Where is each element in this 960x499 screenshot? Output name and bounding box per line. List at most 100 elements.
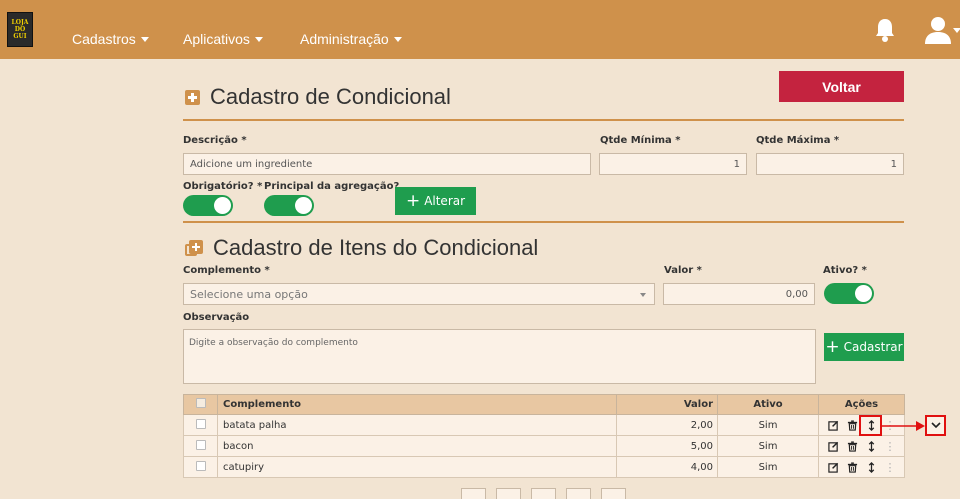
chevron-down-icon [930,422,941,429]
highlight-chevron-box[interactable] [925,415,946,436]
complemento-label: Complemento * [183,265,270,276]
cadastrar-button[interactable]: + Cadastrar [824,333,904,361]
pager-next[interactable] [566,488,591,499]
observacao-label: Observação [183,312,250,323]
kebab-icon[interactable]: ⋮ [885,440,896,453]
nav-aplicativos-label: Aplicativos [183,31,250,47]
cell-valor: 5,00 [616,435,718,457]
pager-first[interactable] [461,488,486,499]
observacao-placeholder: Digite a observação do complemento [189,338,358,348]
cell-complemento: bacon [217,435,617,457]
select-all-checkbox[interactable] [195,398,206,408]
cadastrar-label: Cadastrar [843,340,903,354]
qtde-min-input[interactable]: 1 [599,153,747,175]
edit-icon[interactable] [827,462,839,473]
logo-line-3: GUI [13,33,27,40]
cell-ativo: Sim [717,456,819,478]
complemento-placeholder: Selecione uma opção [190,287,308,301]
descricao-label: Descrição * [183,135,247,146]
logo[interactable]: LOJA DO GUI [7,12,33,47]
divider [183,119,904,121]
row-checkbox[interactable] [195,418,206,429]
qtde-max-label: Qtde Máxima * [756,135,840,146]
edit-icon[interactable] [827,420,839,431]
alterar-label: Alterar [424,194,466,208]
obrigatorio-toggle[interactable] [183,195,233,216]
table-header-row: Complemento Valor Ativo Ações [183,394,905,415]
kebab-icon[interactable]: ⋮ [885,461,896,474]
trash-icon[interactable] [847,461,858,473]
row-checkbox[interactable] [195,460,206,471]
nav-cadastros[interactable]: Cadastros [72,31,149,47]
obrigatorio-label: Obrigatório? * [183,181,263,192]
nav-cadastros-label: Cadastros [72,31,136,47]
edit-icon[interactable] [827,441,839,452]
highlight-move-box [859,415,882,436]
pager-prev[interactable] [496,488,521,499]
cell-ativo: Sim [717,435,819,457]
select-all-cell [183,394,218,415]
voltar-button[interactable]: Voltar [779,71,904,102]
pager-last[interactable] [601,488,626,499]
qtde-max-value: 1 [890,158,897,170]
table-row: bacon 5,00 Sim ⋮ [183,435,905,457]
user-caret-icon[interactable] [953,28,960,33]
user-icon[interactable] [923,16,953,44]
plus-icon: + [405,190,421,211]
caret-down-icon [140,36,149,42]
qtde-min-value: 1 [733,158,740,170]
plus-icon: + [825,336,840,357]
cell-ativo: Sim [717,414,819,436]
qtde-max-input[interactable]: 1 [756,153,904,175]
nav-administracao-label: Administração [300,31,389,47]
red-arrow-icon [882,421,925,431]
items-title: Cadastro de Itens do Condicional [213,235,539,260]
ativo-label: Ativo? * [823,265,867,276]
cell-valor: 2,00 [616,414,718,436]
items-title-row: Cadastro de Itens do Condicional [185,235,538,261]
logo-line-1: LOJA [11,19,29,26]
qtde-min-label: Qtde Mínima * [600,135,681,146]
row-check-cell [183,435,218,457]
caret-down-icon [254,36,263,42]
pager-page[interactable] [531,488,556,499]
cell-valor: 4,00 [616,456,718,478]
row-check-cell [183,456,218,478]
toggle-knob [295,197,312,214]
cell-acoes: ⋮ [818,456,905,478]
cell-complemento: catupiry [217,456,617,478]
row-check-cell [183,414,218,436]
ativo-toggle[interactable] [824,283,874,304]
plus-square-icon [185,89,200,105]
move-vertical-icon[interactable] [866,461,877,473]
header-valor[interactable]: Valor [616,394,718,415]
trash-icon[interactable] [847,440,858,452]
alterar-button[interactable]: + Alterar [395,187,476,215]
add-to-list-icon [185,239,203,257]
principal-toggle[interactable] [264,195,314,216]
nav-aplicativos[interactable]: Aplicativos [183,31,263,47]
bell-icon[interactable] [873,17,897,43]
observacao-textarea[interactable]: Digite a observação do complemento [183,329,816,384]
valor-label: Valor * [664,265,702,276]
toggle-knob [855,285,872,302]
items-table: Complemento Valor Ativo Ações batata pal… [183,394,905,478]
principal-label: Principal da agregação? [264,181,400,192]
nav-administracao[interactable]: Administração [300,31,402,47]
move-vertical-icon[interactable] [866,440,877,452]
descricao-input[interactable]: Adicione um ingrediente [183,153,591,175]
header-acoes: Ações [818,394,905,415]
header-complemento[interactable]: Complemento [217,394,617,415]
divider [183,221,904,223]
valor-input[interactable]: 0,00 [663,283,815,305]
row-checkbox[interactable] [195,439,206,450]
page-title-row: Cadastro de Condicional [185,84,451,110]
complemento-select[interactable]: Selecione uma opção [183,283,655,305]
cell-acoes: ⋮ [818,435,905,457]
navbar: LOJA DO GUI Cadastros Aplicativos Admini… [0,0,960,59]
chevron-down-icon [640,293,646,297]
trash-icon[interactable] [847,419,858,431]
header-ativo[interactable]: Ativo [717,394,819,415]
logo-line-2: DO [14,26,26,33]
page-title: Cadastro de Condicional [210,84,451,109]
